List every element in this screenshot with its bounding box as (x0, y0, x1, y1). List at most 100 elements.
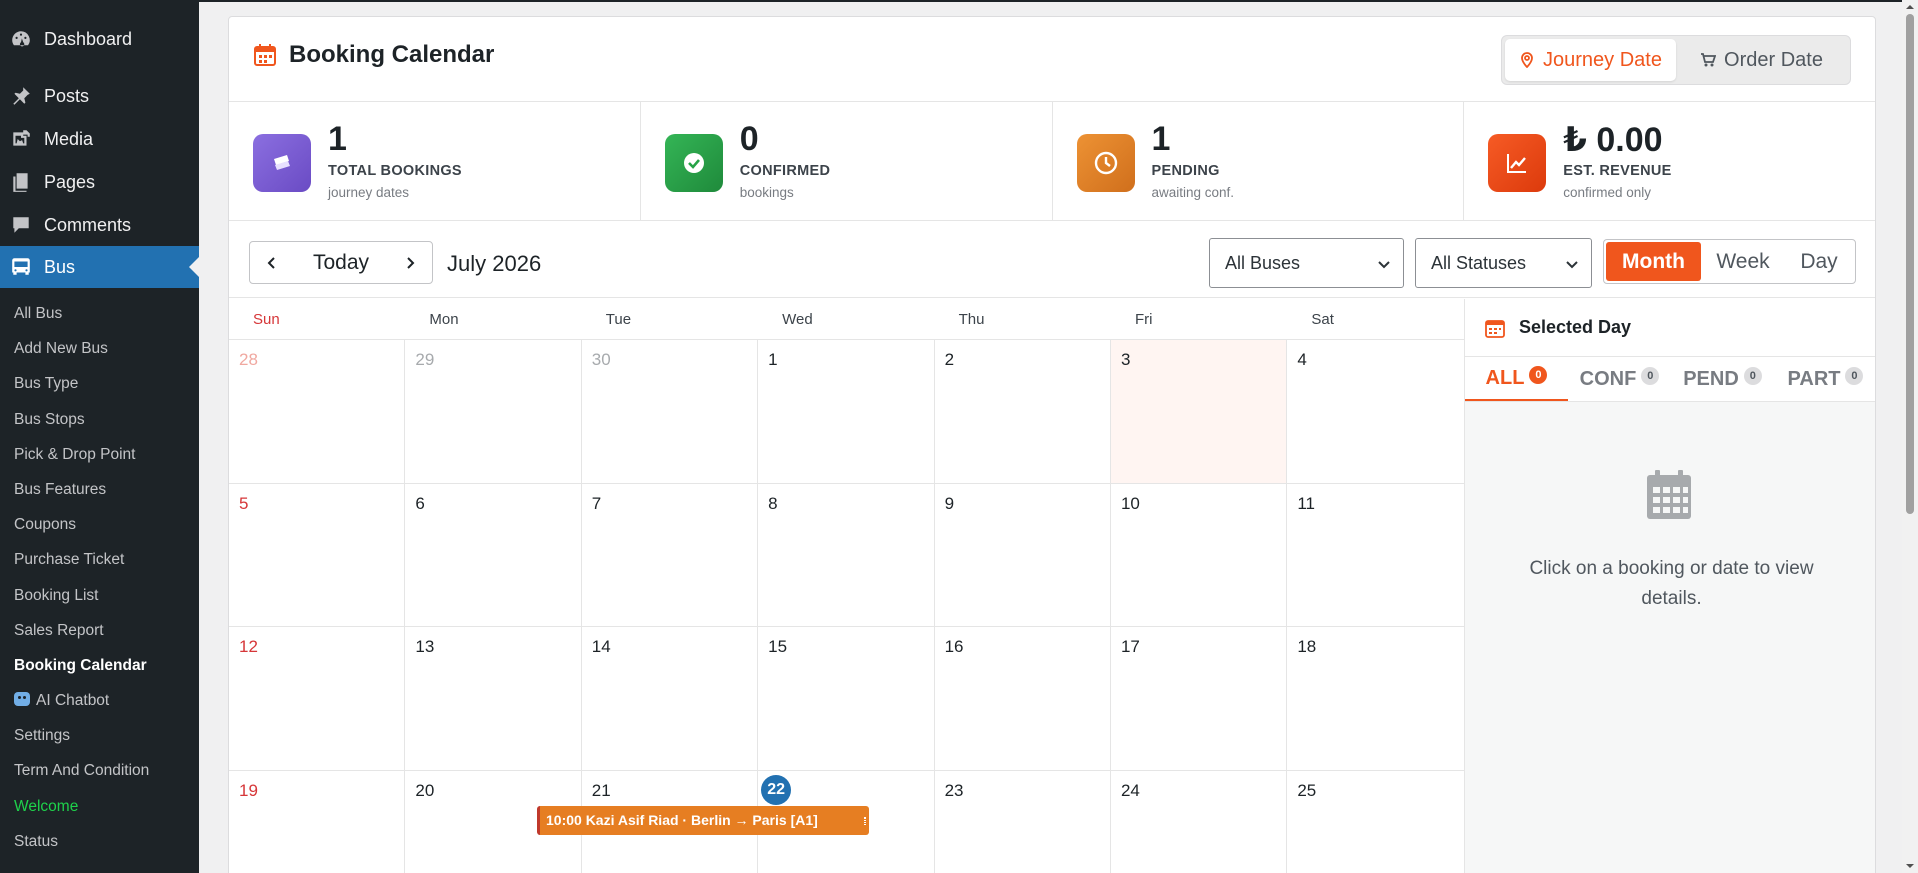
tab-part[interactable]: PART 0 (1774, 357, 1875, 401)
cart-icon (1701, 53, 1717, 67)
weekday-label: Fri (1134, 311, 1153, 328)
tab-count-badge: 0 (1641, 367, 1660, 385)
day-cell[interactable]: 14 (582, 627, 759, 770)
day-cell[interactable]: 15 (758, 627, 935, 770)
day-cell[interactable]: 18 (1287, 627, 1463, 770)
submenu-booking-list[interactable]: Booking List (0, 578, 199, 613)
comments-icon (10, 214, 32, 236)
sidebar-item-bus[interactable]: Bus (0, 246, 199, 288)
day-cell[interactable]: 24 (1111, 770, 1288, 873)
day-number: 20 (415, 780, 435, 800)
submenu-purchase-ticket[interactable]: Purchase Ticket (0, 542, 199, 577)
order-date-button[interactable]: Order Date (1676, 39, 1847, 81)
day-number: 3 (1120, 350, 1131, 369)
bus-filter-select[interactable]: All Buses (1209, 238, 1404, 288)
day-number: 19 (239, 780, 258, 800)
next-month-button[interactable] (388, 242, 432, 283)
day-cell[interactable]: 12 (229, 627, 406, 770)
day-cell[interactable]: 8 (758, 483, 935, 626)
day-cell[interactable]: 25 (1287, 771, 1463, 873)
stat-label: PENDING (1151, 163, 1220, 179)
day-cell[interactable]: 6 (405, 483, 582, 626)
sidebar-label: Comments (44, 214, 132, 235)
view-month-button[interactable]: Month (1606, 242, 1701, 281)
day-cell[interactable]: 29 (405, 340, 582, 483)
submenu-pick-drop-point[interactable]: Pick & Drop Point (0, 437, 199, 472)
day-number: 23 (944, 780, 964, 800)
sidebar-item-comments[interactable]: Comments (0, 204, 199, 246)
sidebar-item-pages[interactable]: Pages (0, 161, 199, 203)
today-button[interactable]: Today (294, 251, 388, 275)
stat-label: TOTAL BOOKINGS (328, 163, 462, 179)
day-cell[interactable]: 9 (935, 483, 1111, 626)
sidebar-label: Pages (44, 171, 96, 192)
page-scrollbar[interactable] (1902, 0, 1918, 873)
submenu-bus-type[interactable]: Bus Type (0, 366, 199, 401)
tab-count-badge: 0 (1743, 367, 1762, 385)
day-number: 16 (944, 637, 964, 656)
day-number: 4 (1297, 350, 1307, 369)
day-cell[interactable]: 23 (935, 770, 1111, 873)
submenu-ai-chatbot[interactable]: AI Chatbot (0, 683, 199, 718)
tab-label: PART (1787, 367, 1841, 390)
day-cell[interactable]: 7 (582, 483, 759, 626)
submenu-welcome[interactable]: Welcome (0, 789, 199, 824)
resize-handle[interactable] (864, 817, 866, 825)
booking-event[interactable]: 10:00 Kazi Asif Riad · Berlin → Paris [A… (537, 806, 869, 835)
stat-confirmed: 0 CONFIRMED bookings (641, 102, 1053, 220)
day-cell[interactable]: 30 (582, 340, 759, 483)
day-cell[interactable]: 10 (1111, 483, 1288, 626)
day-number: 6 (415, 493, 425, 513)
prev-month-button[interactable] (250, 242, 294, 283)
tickets-icon (253, 134, 311, 192)
day-cell[interactable]: 4 (1287, 340, 1463, 483)
submenu-coupons[interactable]: Coupons (0, 507, 199, 542)
stat-label: CONFIRMED (739, 163, 831, 179)
stat-total-bookings: 1 TOTAL BOOKINGS journey dates (229, 102, 641, 220)
stat-value: 0 (739, 120, 759, 158)
status-filter-select[interactable]: All Statuses (1415, 238, 1592, 288)
day-cell[interactable]: 5 (229, 483, 406, 626)
stat-revenue: ₺ 0.00 EST. REVENUE confirmed only (1464, 102, 1875, 220)
day-cell[interactable]: 13 (405, 627, 582, 770)
view-week-button[interactable]: Week (1701, 242, 1785, 281)
submenu-bus-stops[interactable]: Bus Stops (0, 402, 199, 437)
scroll-thumb[interactable] (1906, 14, 1914, 514)
tab-pend[interactable]: PEND 0 (1671, 357, 1774, 401)
tab-label: CONF (1579, 367, 1637, 390)
journey-date-button[interactable]: Journey Date (1505, 39, 1676, 81)
submenu-term-and-condition[interactable]: Term And Condition (0, 753, 199, 788)
submenu-sales-report[interactable]: Sales Report (0, 613, 199, 648)
day-cell[interactable]: 1 (758, 340, 935, 483)
sidebar-item-posts[interactable]: Posts (0, 75, 199, 117)
day-cell[interactable]: 28 (229, 340, 406, 483)
weekday-label: Sun (253, 311, 280, 328)
sidebar-item-dashboard[interactable]: Dashboard (0, 18, 199, 60)
day-cell[interactable]: 16 (935, 627, 1111, 770)
day-number: 21 (591, 780, 611, 800)
panel-title: Selected Day (1519, 317, 1632, 337)
submenu-settings[interactable]: Settings (0, 718, 199, 753)
tab-all[interactable]: ALL 0 (1465, 357, 1568, 401)
submenu-booking-calendar[interactable]: Booking Calendar (0, 648, 199, 683)
calendar-icon (254, 44, 276, 66)
day-cell[interactable]: 19 (229, 770, 406, 873)
day-cell[interactable]: 17 (1111, 627, 1288, 770)
journey-date-label: Journey Date (1543, 48, 1662, 71)
scroll-down-icon[interactable] (1905, 861, 1915, 871)
tab-conf[interactable]: CONF 0 (1568, 357, 1671, 401)
scroll-up-icon[interactable] (1905, 2, 1915, 12)
submenu-add-new-bus[interactable]: Add New Bus (0, 331, 199, 366)
sidebar-item-media[interactable]: Media (0, 118, 199, 160)
submenu-status[interactable]: Status (0, 824, 199, 859)
day-number: 28 (239, 350, 258, 369)
view-day-button[interactable]: Day (1785, 242, 1853, 281)
page-title: Booking Calendar (289, 41, 495, 68)
day-cell[interactable]: 11 (1287, 484, 1463, 627)
bus-submenu: All Bus Add New Bus Bus Type Bus Stops P… (0, 296, 199, 859)
day-cell[interactable]: 2 (935, 340, 1111, 483)
day-cell-today[interactable]: 3 (1110, 340, 1288, 483)
stat-value: ₺ 0.00 (1563, 121, 1663, 159)
submenu-all-bus[interactable]: All Bus (0, 296, 199, 331)
submenu-bus-features[interactable]: Bus Features (0, 472, 199, 507)
